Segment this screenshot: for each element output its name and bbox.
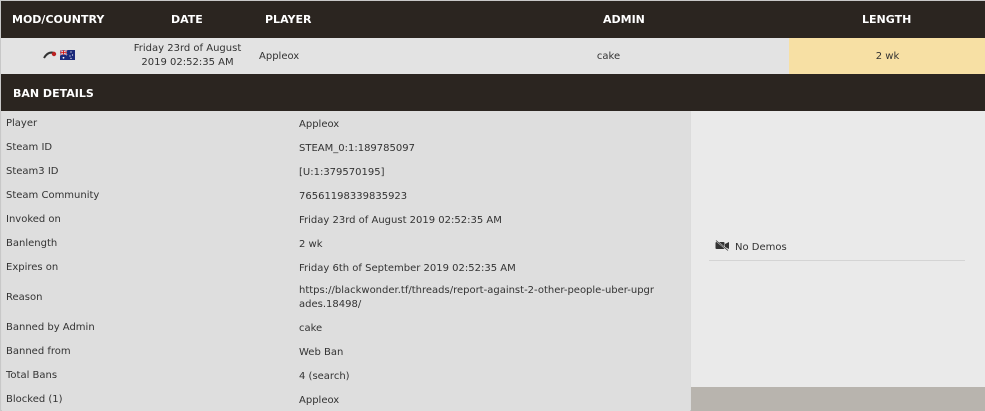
col-length[interactable]: LENGTH [862,13,911,26]
detail-value: Appleox [299,119,340,130]
detail-label: Blocked (1) [6,394,63,405]
detail-label: Steam ID [6,142,53,153]
detail-label: Total Bans [6,370,58,381]
detail-label: Invoked on [6,214,61,225]
detail-label: Player [6,118,38,129]
detail-value: Friday 6th of September 2019 02:52:35 AM [299,263,516,274]
video-off-icon [715,239,730,254]
demos-panel: No Demos [691,111,985,387]
detail-label: Banlength [6,238,58,249]
panel-footer [691,387,985,411]
detail-value: Web Ban [299,347,344,358]
total-bans-search-link[interactable]: 4 (search) [299,370,679,384]
detail-value: STEAM_0:1:189785097 [299,143,415,154]
no-demos-item: No Demos [715,239,787,254]
ban-player: Appleox [259,51,300,62]
detail-label: Steam Community [6,190,100,201]
detail-value: 2 wk [299,239,323,250]
australia-flag-icon [59,48,75,63]
mod-country-cell [43,48,75,63]
detail-label: Banned by Admin [6,322,95,333]
ban-date-line2: 2019 02:52:35 AM [141,57,234,68]
col-player[interactable]: PLAYER [265,13,311,26]
ban-admin: cake [596,51,621,62]
detail-value: Friday 23rd of August 2019 02:52:35 AM [299,215,502,226]
detail-label: Reason [6,292,43,303]
detail-label: Banned from [6,346,71,357]
ban-details-table: Player Appleox Steam ID STEAM_0:1:189785… [2,111,690,411]
detail-value: Appleox [299,395,340,406]
ban-details-title: BAN DETAILS [13,87,94,100]
no-demos-label: No Demos [735,241,787,253]
reason-link[interactable]: https://blackwonder.tf/threads/report-ag… [299,284,654,312]
col-mod-country[interactable]: MOD/COUNTRY [12,13,104,26]
ban-details-bar: BAN DETAILS [1,74,985,111]
demos-divider [709,260,965,261]
detail-value: cake [299,323,323,334]
detail-label: Steam3 ID [6,166,59,177]
steam-community-link[interactable]: 76561198339835923 [299,190,679,204]
detail-label: Expires on [6,262,59,273]
detail-value: [U:1:379570195] [299,167,385,178]
col-date[interactable]: DATE [171,13,203,26]
ban-summary-row[interactable]: Friday 23rd of August 2019 02:52:35 AM A… [1,38,985,74]
col-admin[interactable]: ADMIN [603,13,645,26]
ban-date: Friday 23rd of August 2019 02:52:35 AM [129,42,246,70]
table-header: MOD/COUNTRY DATE PLAYER ADMIN LENGTH [1,1,985,38]
ban-length: 2 wk [789,38,985,74]
ban-date-line1: Friday 23rd of August [133,43,242,54]
tf2-mod-icon [43,50,57,63]
ban-view: MOD/COUNTRY DATE PLAYER ADMIN LENGTH Fri… [0,0,985,411]
